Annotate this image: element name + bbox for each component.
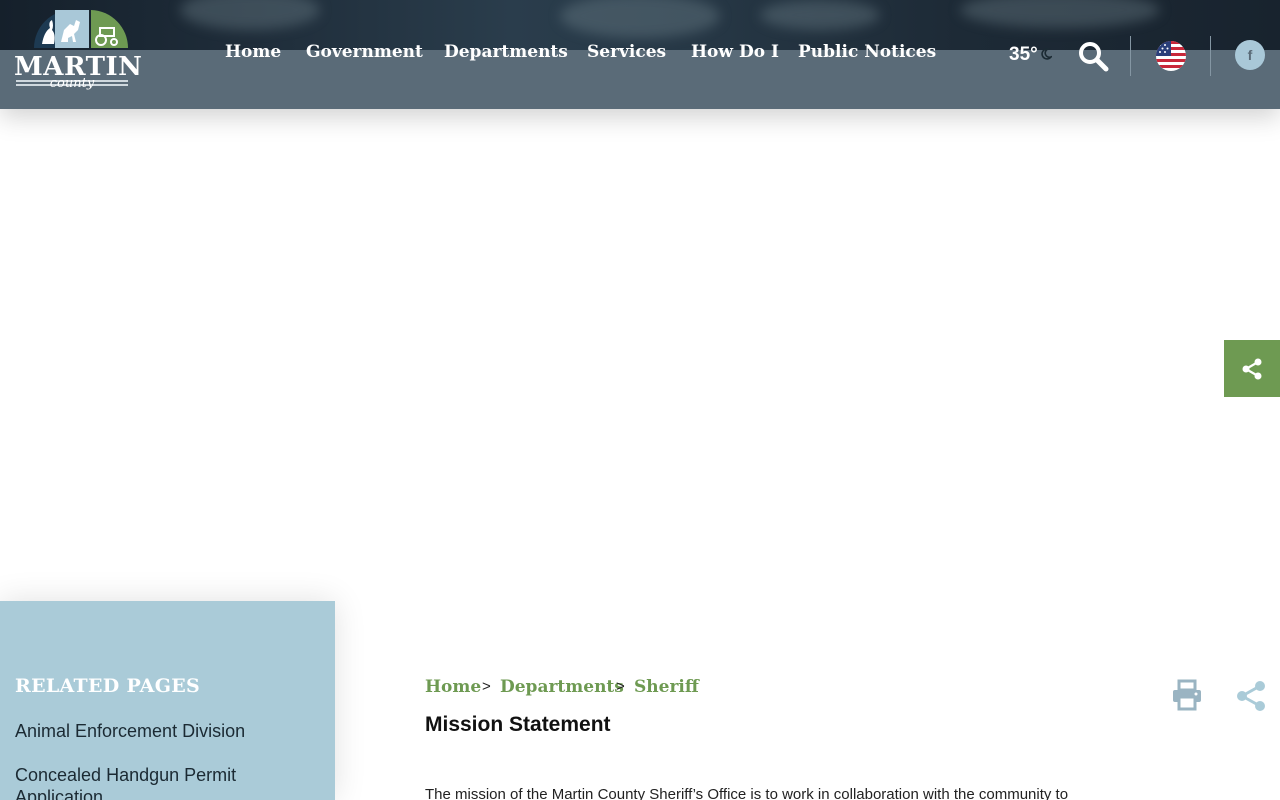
nav-item-government[interactable]: Government — [306, 42, 423, 62]
nav-item-departments[interactable]: Departments — [444, 42, 568, 62]
nav-item-services[interactable]: Services — [587, 42, 666, 62]
share-icon[interactable] — [1235, 680, 1267, 712]
breadcrumb-separator: > — [616, 678, 625, 695]
logo-subtitle: county — [49, 76, 95, 91]
breadcrumb-departments[interactable]: Departments — [500, 677, 624, 697]
related-pages-heading: RELATED PAGES — [15, 675, 201, 697]
facebook-icon[interactable]: f — [1235, 40, 1265, 70]
related-pages-sidebar: RELATED PAGES Animal Enforcement Divisio… — [0, 601, 335, 800]
nav-item-public-notices[interactable]: Public Notices — [798, 42, 936, 62]
search-icon[interactable] — [1077, 40, 1109, 72]
header-divider — [1210, 36, 1211, 76]
sidebar-item-concealed-handgun-permit[interactable]: Concealed Handgun Permit Application — [15, 764, 315, 800]
sidebar-item-animal-enforcement[interactable]: Animal Enforcement Division — [15, 720, 315, 742]
floating-share-button[interactable] — [1224, 340, 1280, 397]
weather-temperature: 35° — [1009, 44, 1038, 65]
breadcrumb-separator: > — [482, 678, 491, 695]
page-title: Mission Statement — [425, 713, 611, 736]
print-icon[interactable] — [1172, 679, 1202, 711]
breadcrumb-home[interactable]: Home — [425, 677, 481, 697]
share-icon — [1242, 358, 1262, 379]
site-header: MARTIN county Home Government Department… — [0, 0, 1280, 109]
breadcrumb-sheriff[interactable]: Sheriff — [634, 677, 699, 697]
mission-statement-text: The mission of the Martin County Sheriff… — [425, 786, 1069, 800]
us-flag-icon[interactable] — [1156, 41, 1186, 71]
nav-item-home[interactable]: Home — [225, 42, 281, 62]
nav-item-how-do-i[interactable]: How Do I — [691, 42, 779, 62]
moon-icon — [1041, 48, 1052, 60]
header-divider — [1130, 36, 1131, 76]
